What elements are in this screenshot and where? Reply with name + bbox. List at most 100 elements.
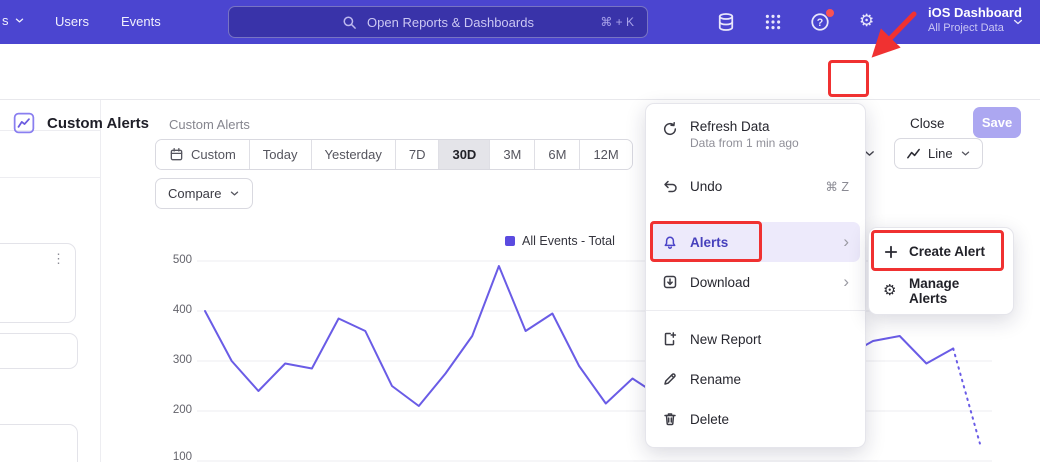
project-scope: All Project Data bbox=[928, 21, 1022, 35]
date-range-6m[interactable]: 6M bbox=[534, 140, 579, 169]
trash-icon bbox=[662, 411, 678, 427]
y-axis-tick: 500 bbox=[160, 254, 192, 266]
plus-icon bbox=[883, 244, 899, 260]
menu-item-rename[interactable]: Rename bbox=[646, 359, 865, 399]
bell-icon bbox=[662, 234, 678, 250]
date-range-today[interactable]: Today bbox=[249, 140, 311, 169]
report-chart-logo-icon bbox=[13, 112, 35, 134]
date-range-12m[interactable]: 12M bbox=[579, 140, 631, 169]
compare-button[interactable]: Compare bbox=[155, 178, 253, 209]
dashboard-card[interactable] bbox=[0, 424, 78, 462]
menu-item-label: Rename bbox=[690, 372, 741, 387]
nav-item-events[interactable]: Events bbox=[121, 14, 161, 29]
nav-left-truncated-item[interactable]: s bbox=[2, 13, 25, 28]
project-selector[interactable]: iOS Dashboard All Project Data bbox=[928, 5, 1022, 35]
calendar-icon bbox=[169, 147, 184, 162]
date-range-7d[interactable]: 7D bbox=[395, 140, 439, 169]
sidebar-divider bbox=[100, 100, 101, 462]
pencil-icon bbox=[662, 371, 678, 387]
global-search[interactable]: Open Reports & Dashboards ⌘ + K bbox=[228, 6, 648, 38]
gear-icon[interactable]: ⚙ bbox=[859, 11, 874, 31]
svg-text:?: ? bbox=[817, 17, 823, 29]
y-axis-tick: 400 bbox=[160, 304, 192, 316]
card-overflow-menu-icon[interactable]: ⋮ bbox=[52, 251, 65, 267]
gear-icon: ⚙ bbox=[883, 283, 899, 299]
date-range-yesterday[interactable]: Yesterday bbox=[311, 140, 395, 169]
menu-item-label: Download bbox=[690, 275, 750, 290]
search-icon bbox=[342, 15, 357, 30]
search-shortcut: ⌘ + K bbox=[600, 15, 634, 29]
menu-item-alerts[interactable]: Alerts › bbox=[651, 222, 860, 262]
breadcrumb: Custom Alerts bbox=[169, 117, 250, 132]
report-context-menu: Refresh Data Data from 1 min ago Undo ⌘ … bbox=[645, 103, 866, 448]
date-range-label: 30D bbox=[452, 147, 476, 162]
date-range-label: 7D bbox=[409, 147, 426, 162]
chart-legend: All Events - Total bbox=[505, 234, 615, 248]
save-button[interactable]: Save bbox=[973, 107, 1021, 138]
report-header: Custom Alerts Custom Alerts GV Duplicate… bbox=[0, 44, 1040, 100]
sidebar-row-divider bbox=[0, 177, 100, 178]
project-name: iOS Dashboard bbox=[928, 5, 1022, 21]
data-management-icon[interactable] bbox=[716, 12, 736, 32]
menu-item-new-report[interactable]: New Report bbox=[646, 319, 865, 359]
date-range-label: 3M bbox=[503, 147, 521, 162]
date-range-label: Custom bbox=[191, 147, 236, 162]
close-button[interactable]: Close bbox=[910, 116, 945, 131]
menu-item-sublabel: Data from 1 min ago bbox=[690, 136, 799, 150]
dashboard-card[interactable] bbox=[0, 333, 78, 369]
menu-item-label: New Report bbox=[690, 332, 761, 347]
y-axis-tick: 200 bbox=[160, 404, 192, 416]
apps-grid-icon[interactable] bbox=[764, 13, 782, 31]
submenu-item-create-alert[interactable]: Create Alert bbox=[869, 232, 1013, 271]
chevron-right-icon: › bbox=[843, 274, 849, 290]
dashboard-card[interactable]: ⋮ bbox=[0, 243, 76, 323]
menu-item-refresh-data[interactable]: Refresh Data Data from 1 min ago bbox=[646, 112, 865, 158]
chart-line-dashed bbox=[953, 349, 980, 444]
date-range-label: 12M bbox=[593, 147, 618, 162]
legend-color-swatch bbox=[505, 236, 515, 246]
submenu-item-label: Create Alert bbox=[909, 244, 985, 259]
chart-type-dropdown[interactable]: Line bbox=[894, 138, 983, 169]
menu-item-undo[interactable]: Undo ⌘ Z bbox=[646, 166, 865, 206]
compare-label: Compare bbox=[168, 186, 221, 201]
menu-item-label: Delete bbox=[690, 412, 729, 427]
date-range-label: 6M bbox=[548, 147, 566, 162]
notification-dot bbox=[826, 9, 834, 17]
chevron-down-icon bbox=[14, 15, 25, 26]
download-icon bbox=[662, 274, 678, 290]
date-range-custom[interactable]: Custom bbox=[156, 140, 249, 169]
date-range-label: Yesterday bbox=[325, 147, 382, 162]
nav-left-label: s bbox=[2, 13, 9, 28]
y-axis-tick: 300 bbox=[160, 354, 192, 366]
refresh-icon bbox=[662, 121, 678, 137]
top-navbar: s Users Events Open Reports & Dashboards… bbox=[0, 0, 1040, 44]
menu-item-label: Refresh Data bbox=[690, 119, 799, 134]
page-title: Custom Alerts bbox=[47, 115, 149, 132]
submenu-item-manage-alerts[interactable]: ⚙ Manage Alerts bbox=[869, 271, 1013, 310]
alerts-submenu: Create Alert ⚙ Manage Alerts bbox=[868, 227, 1014, 315]
date-range-30d[interactable]: 30D bbox=[438, 140, 489, 169]
line-chart-icon bbox=[906, 146, 921, 161]
submenu-item-label: Manage Alerts bbox=[909, 276, 999, 306]
chevron-down-icon bbox=[960, 148, 971, 159]
undo-icon bbox=[662, 178, 678, 194]
chevron-down-icon bbox=[1012, 16, 1024, 28]
help-button[interactable]: ? bbox=[810, 12, 832, 34]
menu-item-label: Undo bbox=[690, 179, 722, 194]
y-axis-tick: 100 bbox=[160, 451, 192, 462]
app-window: 500 400 300 200 100 All Events - Total ⋮… bbox=[0, 0, 1040, 462]
date-range-segmented-control: Custom Today Yesterday 7D 30D 3M 6M 12M bbox=[155, 139, 633, 170]
date-range-3m[interactable]: 3M bbox=[489, 140, 534, 169]
nav-item-users[interactable]: Users bbox=[55, 14, 89, 29]
date-range-label: Today bbox=[263, 147, 298, 162]
chevron-down-icon bbox=[229, 188, 240, 199]
chevron-right-icon: › bbox=[843, 234, 849, 250]
menu-item-shortcut: ⌘ Z bbox=[825, 179, 849, 194]
menu-item-label: Alerts bbox=[690, 235, 728, 250]
new-report-icon bbox=[662, 331, 678, 347]
legend-label: All Events - Total bbox=[522, 234, 615, 248]
menu-divider bbox=[646, 310, 865, 311]
menu-item-download[interactable]: Download › bbox=[646, 262, 865, 302]
menu-item-delete[interactable]: Delete bbox=[646, 399, 865, 439]
search-placeholder: Open Reports & Dashboards bbox=[367, 15, 534, 30]
